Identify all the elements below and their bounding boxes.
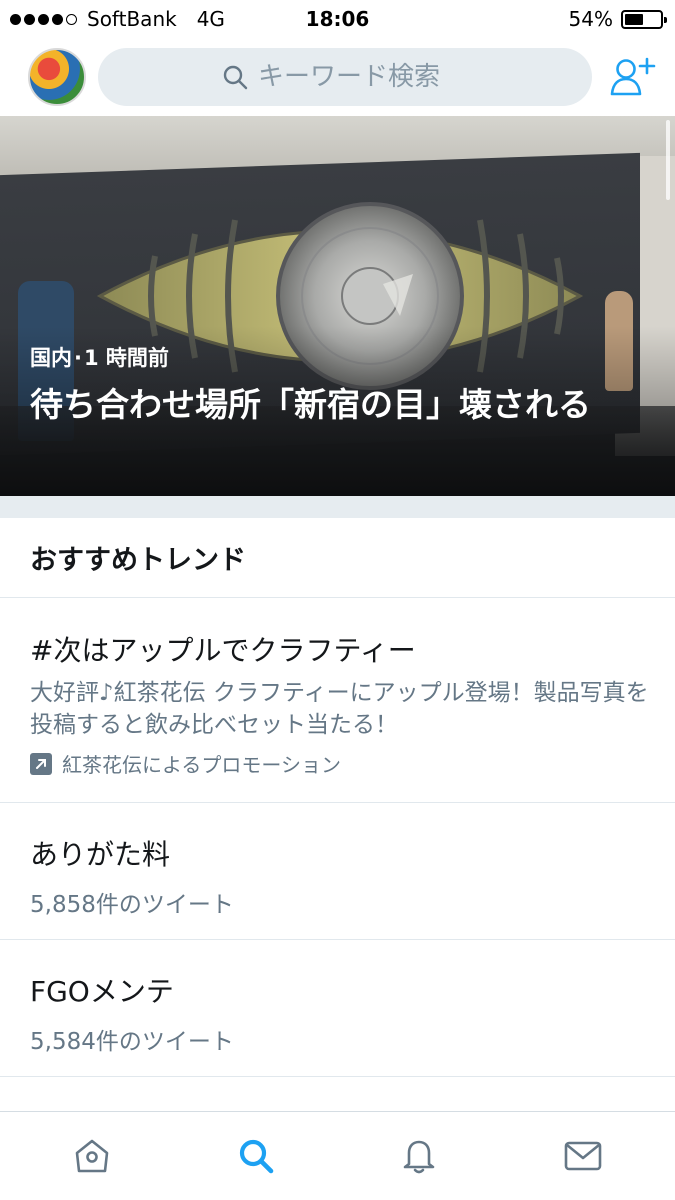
promotion-line: 紅茶花伝によるプロモーション [30, 749, 675, 778]
profile-avatar[interactable] [28, 48, 86, 106]
add-user-button[interactable] [607, 51, 659, 103]
carrier-name: SoftBank [87, 7, 177, 31]
tab-messages[interactable] [543, 1126, 623, 1186]
mail-icon [564, 1141, 602, 1171]
bell-icon [404, 1140, 435, 1174]
trend-name: #次はアップルでクラフティー [30, 634, 416, 667]
trends-section-title: おすすめトレンド [0, 518, 675, 598]
explore-header [0, 38, 675, 116]
explore-screen: SoftBank 4G 18:06 54% キーワード検索 国内·1 時間前 待… [0, 0, 675, 1200]
section-divider [0, 496, 675, 518]
news-headline[interactable]: 待ち合わせ場所「新宿の目」壊される [30, 382, 640, 427]
home-icon [75, 1139, 109, 1173]
add-user-icon [610, 57, 656, 96]
status-left: SoftBank 4G [10, 7, 225, 31]
signal-strength-icon [10, 13, 77, 25]
status-bar: SoftBank 4G 18:06 54% [0, 0, 675, 38]
news-separator: · [74, 346, 82, 370]
promotion-label: 紅茶花伝によるプロモーション [62, 753, 341, 777]
network-type: 4G [196, 7, 225, 31]
status-right: 54% [568, 7, 667, 31]
tab-search[interactable] [216, 1126, 296, 1186]
search-input[interactable] [258, 62, 468, 92]
news-category: 国内 [30, 346, 72, 370]
search-icon [239, 1139, 273, 1174]
trend-tweet-count: 5,584件のツイート [30, 1029, 234, 1055]
trend-description: 大好評♪紅茶花伝 クラフティーにアップル登場！製品写真を投稿すると飲み比べセット… [30, 680, 649, 738]
battery-percent: 54% [568, 7, 613, 31]
trend-tweet-count: 5,858件のツイート [30, 892, 234, 918]
featured-news-card[interactable]: 国内·1 時間前 待ち合わせ場所「新宿の目」壊される [0, 116, 675, 496]
tab-notifications[interactable] [379, 1126, 459, 1186]
battery-icon [621, 9, 667, 29]
battery-fill [625, 13, 644, 25]
trend-item[interactable]: FGOメンテ 5,584件のツイート [0, 940, 675, 1077]
trend-item-promoted[interactable]: #次はアップルでクラフティー 大好評♪紅茶花伝 クラフティーにアップル登場！製品… [0, 599, 675, 803]
trend-name: FGOメンテ [30, 975, 174, 1008]
trend-item[interactable]: ありがた料 5,858件のツイート [0, 803, 675, 940]
trend-name: ありがた料 [30, 838, 171, 871]
tab-home[interactable] [52, 1126, 132, 1186]
search-bar[interactable] [98, 48, 592, 106]
search-icon [222, 64, 248, 90]
promoted-icon [30, 752, 52, 775]
news-meta: 国内·1 時間前 [30, 342, 169, 372]
bottom-tab-bar [0, 1111, 675, 1200]
scroll-indicator [666, 120, 670, 200]
news-time: 1 時間前 [83, 346, 169, 370]
